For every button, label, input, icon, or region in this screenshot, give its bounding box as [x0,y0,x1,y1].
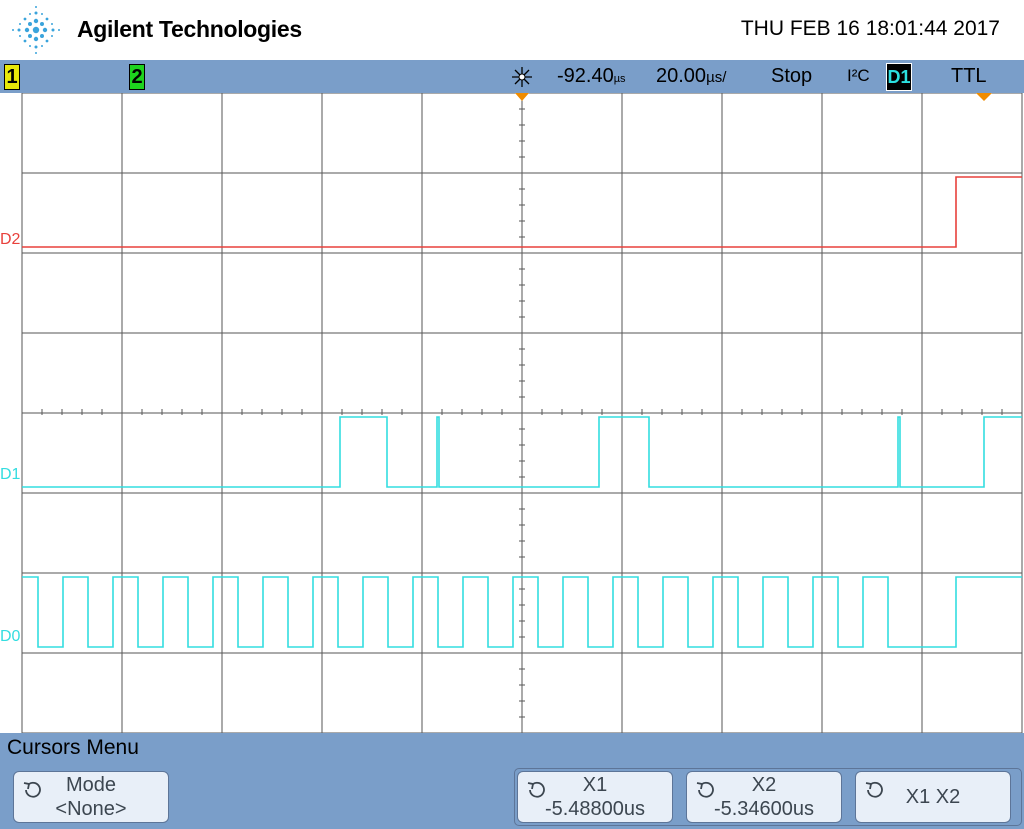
cursors-menu: Cursors Menu Mode <None> X1 -5.48800us X… [0,733,1024,829]
mode-value: <None> [55,798,127,820]
delay-unit: µs [613,73,626,85]
x1-x2-label: X1 X2 [905,786,961,808]
grid [21,92,1023,734]
threshold-label: TTL [951,65,987,87]
timebase-unit: µs/ [706,69,727,86]
x1-softkey[interactable]: X1 -5.48800us [517,771,673,823]
delay-value: -92.40 [557,65,614,87]
x1-x2-softkey[interactable]: X1 X2 [855,771,1011,823]
mode-label: Mode [65,774,117,796]
date-time: THU FEB 16 18:01:44 2017 [740,17,1000,40]
mode-softkey[interactable]: Mode <None> [13,771,169,823]
x2-label: X2 [751,774,777,796]
channel-2-indicator[interactable]: 2 [129,64,145,90]
x2-softkey[interactable]: X2 -5.34600us [686,771,842,823]
run-state: Stop [771,65,813,87]
trigger-level-marker [976,93,992,101]
x2-value: -5.34600us [713,798,815,820]
status-bar: 1 2 -92.40µs 20.00µs/ Stop I²C D1 TTL [0,60,1024,93]
x1-label: X1 [582,774,608,796]
delay-readout[interactable]: -92.40µs [557,64,626,91]
d2-label: D2 [0,231,21,248]
d1-label: D1 [0,466,21,483]
trigger-type: I²C [847,66,870,85]
d0-label: D0 [0,628,21,645]
agilent-logo-icon [12,6,60,54]
delay-icon [512,67,532,87]
waveform-graticule: D2 D1 D0 [0,92,1023,734]
x1-value: -5.48800us [544,798,646,820]
channel-1-indicator[interactable]: 1 [4,64,20,90]
brand-name: Agilent Technologies [77,16,302,42]
trigger-source-badge[interactable]: D1 [886,63,912,91]
trigger-position-marker [515,93,529,101]
waveform-display: D2 D1 D0 [0,92,1024,734]
timebase-value: 20.00 [656,65,707,87]
menu-title: Cursors Menu [7,736,139,759]
timebase-readout[interactable]: 20.00µs/ [656,64,726,90]
header: Agilent Technologies THU FEB 16 18:01:44… [0,0,1024,60]
